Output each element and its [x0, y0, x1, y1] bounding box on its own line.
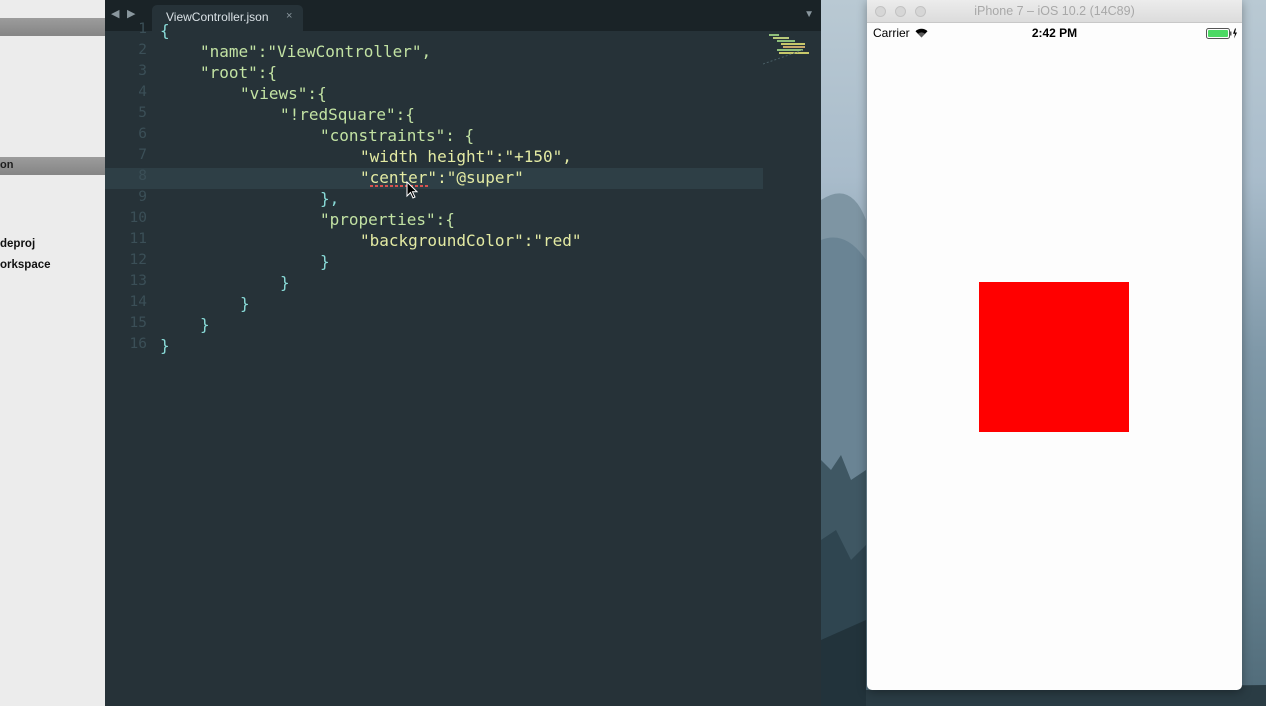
finder-section-bar: on: [0, 157, 105, 175]
tab-menu-chevron-icon[interactable]: ▼: [804, 9, 814, 20]
line-number: 7: [138, 147, 147, 163]
red-square-view[interactable]: [979, 282, 1129, 432]
ios-status-bar: Carrier 2:42 PM: [867, 23, 1242, 43]
ios-simulator-window: iPhone 7 – iOS 10.2 (14C89) Carrier 2:42…: [867, 0, 1242, 690]
tab-viewcontroller-json[interactable]: ViewController.json ×: [152, 5, 303, 31]
code-line: }: [240, 294, 250, 313]
code-line: "root":{: [200, 63, 278, 82]
line-number: 9: [138, 189, 147, 205]
code-editor: ◀ ▶ ViewController.json × ▼ 1 2 3 4 5 6 …: [105, 0, 821, 706]
tab-label: ViewController.json: [166, 10, 269, 24]
finder-header-bar: [0, 18, 105, 36]
line-number: 4: [138, 84, 147, 100]
code-line: }: [280, 273, 290, 292]
finder-panel: on deproj orkspace: [0, 0, 105, 706]
code-line: "!redSquare":{: [280, 105, 415, 124]
line-number: 16: [129, 336, 147, 352]
tab-close-icon[interactable]: ×: [286, 10, 292, 22]
line-number: 6: [138, 126, 147, 142]
code-line: "width height":"+150",: [360, 147, 572, 166]
line-number: 11: [129, 231, 147, 247]
line-number: 3: [138, 63, 147, 79]
line-number: 5: [138, 105, 147, 121]
line-number: 2: [138, 42, 147, 58]
finder-file-xcworkspace[interactable]: orkspace: [0, 259, 51, 271]
tab-bar: ◀ ▶ ViewController.json × ▼: [105, 0, 821, 31]
finder-file-xcodeproj[interactable]: deproj: [0, 238, 35, 250]
code-line: }: [160, 336, 170, 355]
code-line: "views":{: [240, 84, 327, 103]
code-line: {: [160, 21, 170, 40]
finder-section-label: on: [0, 159, 14, 171]
line-number: 10: [129, 210, 147, 226]
line-number: 15: [129, 315, 147, 331]
line-number: 14: [129, 294, 147, 310]
simulator-titlebar: iPhone 7 – iOS 10.2 (14C89): [867, 0, 1242, 23]
nav-back-button[interactable]: ◀: [111, 7, 119, 20]
line-number: 13: [129, 273, 147, 289]
simulator-title: iPhone 7 – iOS 10.2 (14C89): [974, 4, 1135, 18]
code-line: "properties":{: [320, 210, 455, 229]
battery-icon: [1206, 28, 1237, 39]
minimap[interactable]: [763, 34, 811, 70]
line-number: 8: [138, 168, 147, 184]
mouse-pointer-icon: [406, 181, 419, 199]
status-time: 2:42 PM: [1031, 26, 1078, 40]
code-line: "backgroundColor":"red": [360, 231, 582, 250]
line-number: 1: [138, 21, 147, 37]
code-line: },: [320, 189, 340, 208]
nav-forward-button[interactable]: ▶: [127, 7, 135, 20]
code-line: }: [200, 315, 210, 334]
code-line: "name":"ViewController",: [200, 42, 432, 61]
code-line: "constraints": {: [320, 126, 475, 145]
code-line: }: [320, 252, 330, 271]
line-number: 12: [129, 252, 147, 268]
